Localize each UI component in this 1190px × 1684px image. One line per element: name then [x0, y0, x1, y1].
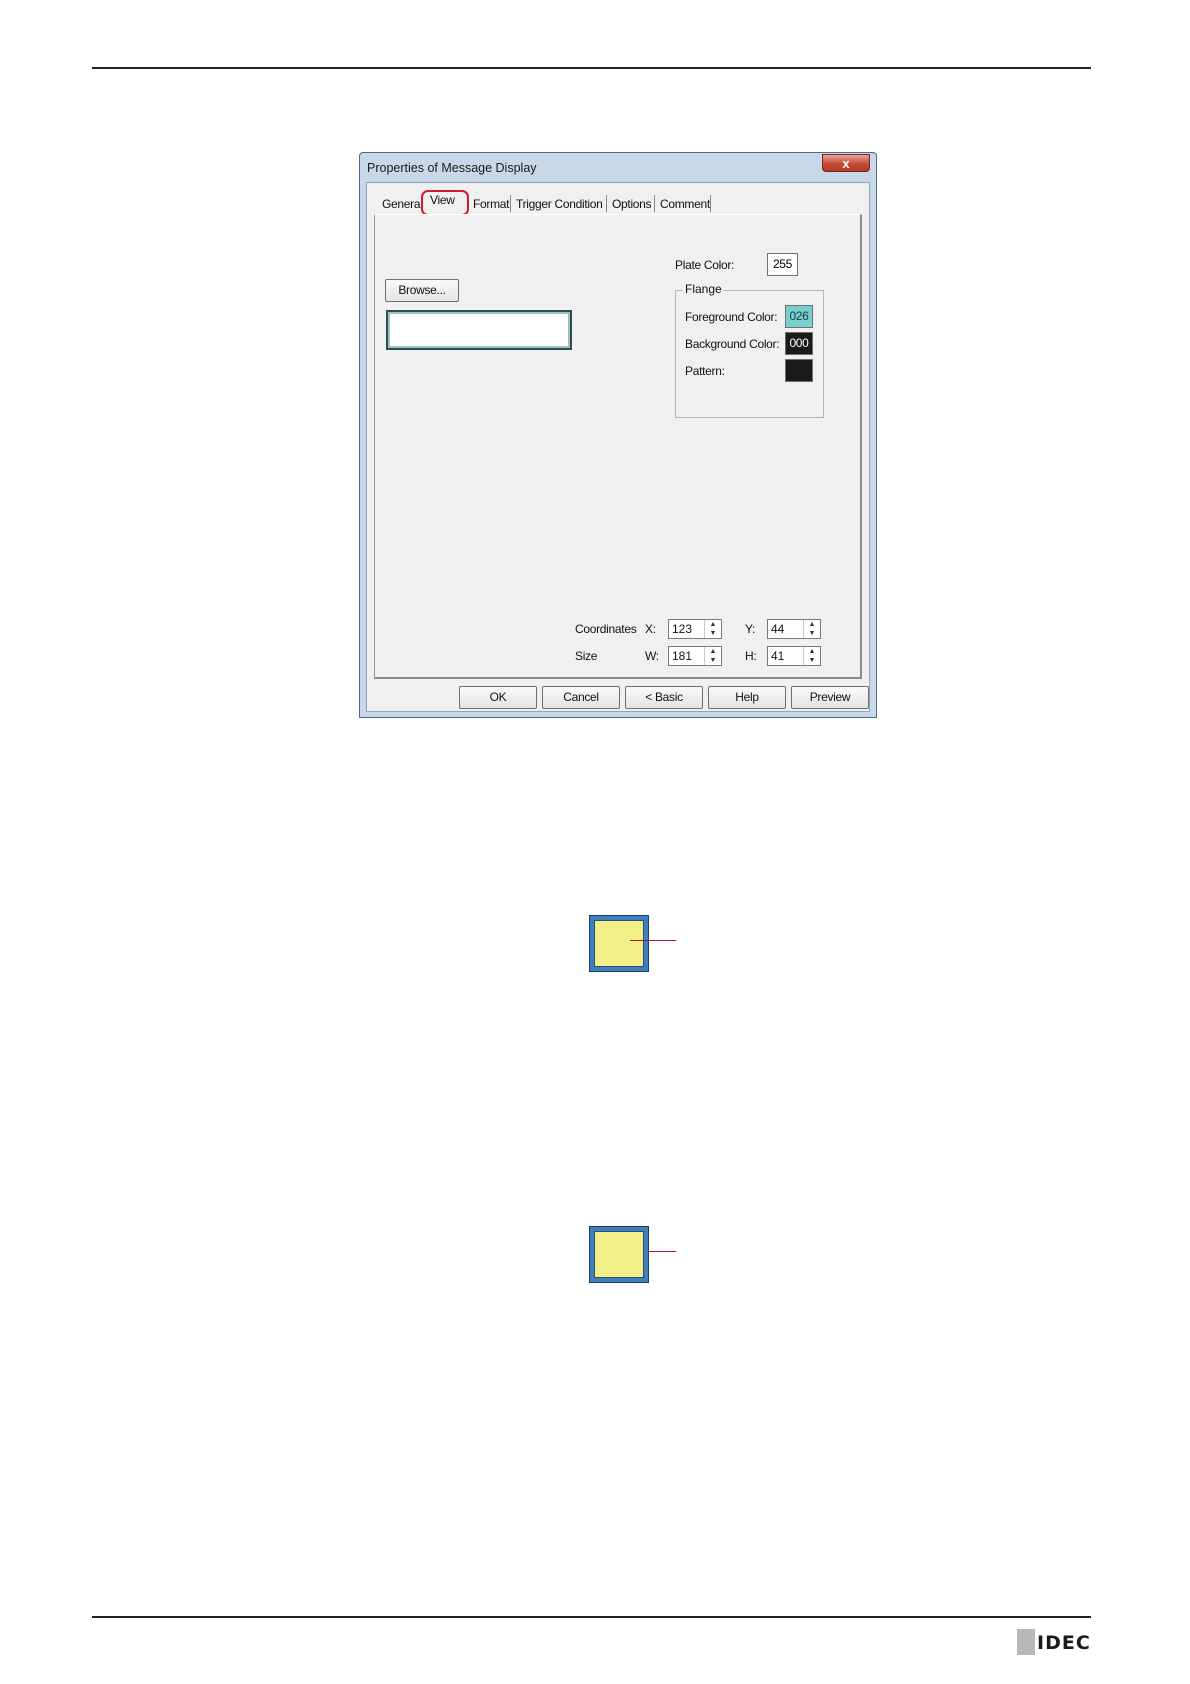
- plate-color-label: Plate Color:: [675, 258, 735, 272]
- pattern-button[interactable]: [785, 359, 813, 382]
- tab-separator: [710, 195, 711, 212]
- background-color-value: 000: [789, 336, 809, 350]
- tab-format[interactable]: Format: [473, 197, 510, 211]
- flange-sample-2-inner: [594, 1231, 644, 1278]
- foreground-color-button[interactable]: 026: [785, 305, 813, 328]
- logo-text: IDEC: [1037, 1632, 1091, 1654]
- callout-line-1: [630, 940, 676, 941]
- x-label: X:: [645, 622, 656, 636]
- w-spin-arrows-icon[interactable]: ▲ ▼: [704, 647, 721, 665]
- preview-button[interactable]: Preview: [791, 686, 869, 709]
- h-value: 41: [771, 649, 785, 663]
- x-spinbox[interactable]: 123 ▲ ▼: [668, 619, 722, 639]
- close-button[interactable]: x: [822, 154, 870, 172]
- dialog-client-area: General View Format Trigger Condition Op…: [366, 182, 870, 712]
- logo-bar: [1017, 1629, 1035, 1655]
- pattern-label: Pattern:: [685, 364, 725, 378]
- cancel-button[interactable]: Cancel: [542, 686, 620, 709]
- w-label: W:: [645, 649, 659, 663]
- flange-group: Flange Foreground Color: 026 Background …: [675, 282, 824, 418]
- x-spin-arrows-icon[interactable]: ▲ ▼: [704, 620, 721, 638]
- coordinates-label: Coordinates: [575, 622, 637, 636]
- dialog-title: Properties of Message Display: [367, 161, 537, 175]
- tab-separator: [510, 195, 511, 212]
- title-bar: Properties of Message Display x: [360, 153, 876, 183]
- h-label: H:: [745, 649, 757, 663]
- view-tab-panel: Browse... Plate Color: 255 Flange Foregr…: [374, 214, 862, 679]
- foreground-color-label: Foreground Color:: [685, 310, 778, 324]
- h-spin-arrows-icon[interactable]: ▲ ▼: [803, 647, 820, 665]
- w-spinbox[interactable]: 181 ▲ ▼: [668, 646, 722, 666]
- size-label: Size: [575, 649, 598, 663]
- tab-general[interactable]: General: [382, 197, 423, 211]
- flange-sample-2: [589, 1226, 649, 1283]
- x-value: 123: [672, 622, 693, 636]
- callout-line-2: [648, 1251, 676, 1252]
- tab-separator: [606, 195, 607, 212]
- header-rule: [92, 67, 1091, 69]
- flange-legend: Flange: [683, 282, 724, 296]
- footer-rule: [92, 1616, 1091, 1618]
- y-label: Y:: [745, 622, 756, 636]
- ok-button[interactable]: OK: [459, 686, 537, 709]
- browse-button[interactable]: Browse...: [385, 279, 459, 302]
- tab-options[interactable]: Options: [612, 197, 652, 211]
- background-color-label: Background Color:: [685, 337, 780, 351]
- y-spinbox[interactable]: 44 ▲ ▼: [767, 619, 821, 639]
- plate-color-button[interactable]: 255: [767, 253, 798, 276]
- properties-dialog: Properties of Message Display x General …: [359, 152, 877, 718]
- active-tab-highlight: [421, 190, 469, 216]
- background-color-button[interactable]: 000: [785, 332, 813, 355]
- close-icon: x: [842, 156, 850, 171]
- help-button[interactable]: Help: [708, 686, 786, 709]
- h-spinbox[interactable]: 41 ▲ ▼: [767, 646, 821, 666]
- y-spin-arrows-icon[interactable]: ▲ ▼: [803, 620, 820, 638]
- y-value: 44: [771, 622, 785, 636]
- plate-color-value: 255: [772, 257, 793, 271]
- tab-separator: [654, 195, 655, 212]
- tab-trigger-condition[interactable]: Trigger Condition: [516, 197, 603, 211]
- basic-button[interactable]: < Basic: [625, 686, 703, 709]
- flange-sample-1: [589, 915, 649, 972]
- flange-sample-1-inner: [594, 920, 644, 967]
- foreground-color-value: 026: [789, 309, 809, 323]
- tab-comment[interactable]: Comment: [660, 197, 710, 211]
- w-value: 181: [672, 649, 693, 663]
- image-preview-box: [386, 310, 572, 350]
